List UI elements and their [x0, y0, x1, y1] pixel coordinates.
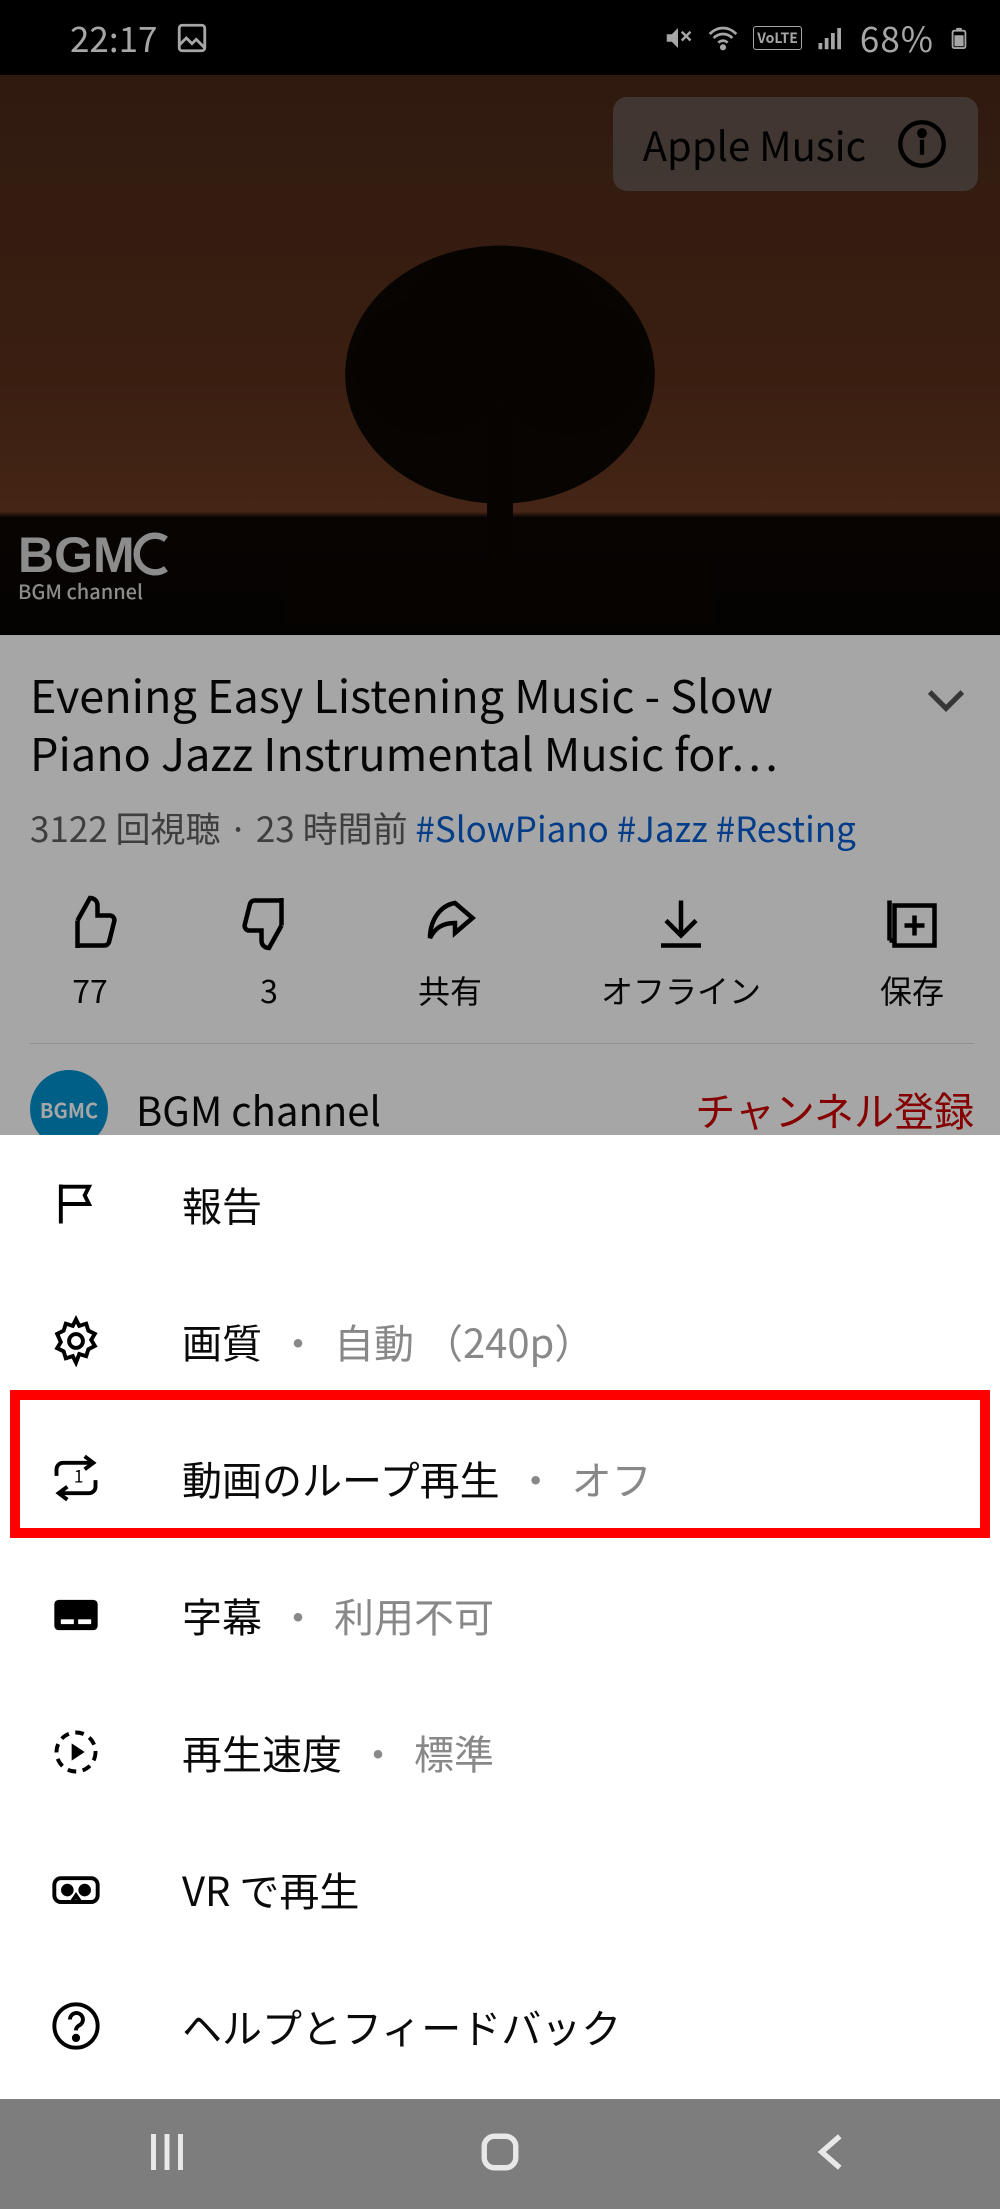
status-time: 22:17 — [70, 12, 157, 63]
video-info-badge[interactable]: Apple Music — [613, 97, 978, 191]
menu-quality[interactable]: 画質・自動 （240p） — [0, 1272, 1000, 1409]
hashtag[interactable]: #SlowPiano — [415, 802, 608, 853]
info-icon — [896, 118, 948, 170]
status-bar: 22:17 VoLTE 68% — [0, 0, 1000, 75]
battery-icon — [948, 21, 970, 55]
hashtag[interactable]: #Resting — [716, 802, 856, 853]
video-thumbnail-tree — [285, 194, 715, 624]
thumbs-down-icon — [239, 893, 299, 953]
share-button[interactable]: 共有 — [418, 893, 482, 1013]
thumbs-up-icon — [60, 893, 120, 953]
subscribe-button[interactable]: チャンネル登録 — [695, 1080, 974, 1138]
captions-icon — [50, 1589, 140, 1641]
title-row[interactable]: Evening Easy Listening Music - Slow Pian… — [30, 665, 974, 780]
flag-icon — [50, 1178, 140, 1230]
hashtag[interactable]: #Jazz — [617, 802, 708, 853]
like-button[interactable]: 77 — [60, 893, 120, 1013]
loop-icon: 1 — [50, 1452, 140, 1504]
menu-loop[interactable]: 1 動画のループ再生・オフ — [0, 1409, 1000, 1546]
video-watermark: BGM BGM channel — [18, 532, 179, 605]
speed-icon — [50, 1726, 140, 1778]
help-icon — [50, 2000, 140, 2052]
share-icon — [420, 893, 480, 953]
android-navbar — [0, 2099, 1000, 2209]
mute-icon — [663, 23, 693, 53]
menu-report[interactable]: 報告 — [0, 1135, 1000, 1272]
signal-icon — [816, 23, 846, 53]
battery-percent: 68% — [860, 12, 934, 63]
gear-icon — [50, 1315, 140, 1367]
chevron-down-icon — [918, 671, 974, 727]
recents-button[interactable] — [140, 2125, 194, 2184]
save-icon — [882, 893, 942, 953]
video-meta: 3122 回視聴 · 23 時間前 #SlowPiano #Jazz #Rest… — [30, 802, 974, 853]
options-bottom-sheet: 報告 画質・自動 （240p） 1 動画のループ再生・オフ 字幕・利用不可 再生… — [0, 1135, 1000, 2099]
action-bar: 77 3 共有 オフライン 保存 — [30, 893, 974, 1044]
dislike-button[interactable]: 3 — [239, 893, 299, 1013]
menu-vr[interactable]: VR で再生 — [0, 1820, 1000, 1957]
channel-row[interactable]: BGMC BGM channel チャンネル登録 — [30, 1044, 974, 1148]
svg-text:1: 1 — [74, 1462, 84, 1487]
video-details: Evening Easy Listening Music - Slow Pian… — [0, 635, 1000, 1148]
wifi-icon — [707, 22, 739, 54]
video-title: Evening Easy Listening Music - Slow Pian… — [30, 665, 898, 780]
menu-speed[interactable]: 再生速度・標準 — [0, 1683, 1000, 1820]
download-icon — [651, 893, 711, 953]
save-button[interactable]: 保存 — [880, 893, 944, 1013]
back-button[interactable] — [806, 2125, 860, 2184]
download-button[interactable]: オフライン — [601, 893, 761, 1013]
volte-icon: VoLTE — [753, 26, 802, 50]
vr-icon — [50, 1863, 140, 1915]
menu-help[interactable]: ヘルプとフィードバック — [0, 1957, 1000, 2094]
menu-captions[interactable]: 字幕・利用不可 — [0, 1546, 1000, 1683]
channel-name: BGM channel — [136, 1080, 667, 1138]
video-player[interactable]: Apple Music BGM BGM channel — [0, 75, 1000, 635]
image-icon — [175, 21, 209, 55]
video-badge-label: Apple Music — [643, 115, 866, 173]
home-button[interactable] — [473, 2125, 527, 2184]
